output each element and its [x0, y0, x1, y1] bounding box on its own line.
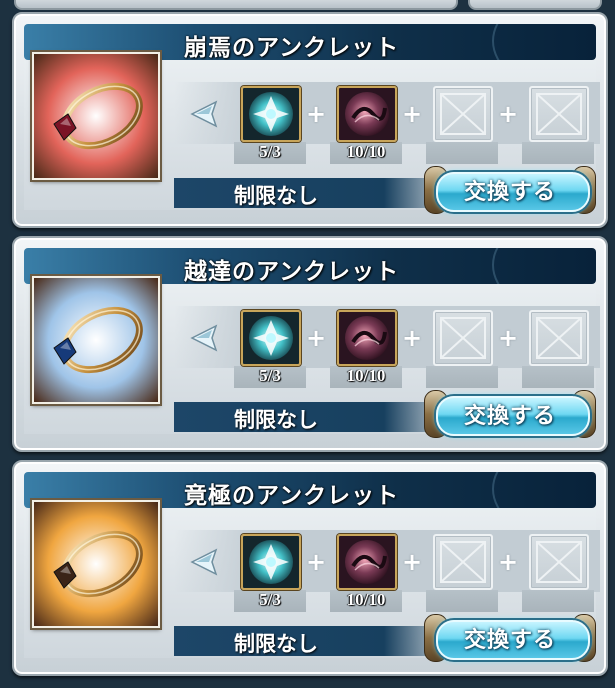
count-panel	[426, 366, 498, 388]
empty-slot-icon	[440, 93, 486, 135]
required-item-slot[interactable]	[337, 86, 397, 142]
required-count: 5/3	[259, 366, 281, 385]
empty-slot	[529, 534, 589, 590]
limit-label: 制限なし	[234, 408, 318, 432]
required-count: 10/10	[346, 366, 386, 385]
limit-label: 制限なし	[234, 184, 318, 208]
item-title: 越達のアンクレット	[184, 259, 400, 284]
plus-sign: +	[402, 548, 423, 576]
empty-slot	[433, 86, 493, 142]
dark-orb-icon	[339, 312, 395, 364]
empty-slot-icon	[536, 317, 582, 359]
exchange-card-3: 竟極のアンクレット + + + 5/3 10/10 制限なし 交換する	[12, 460, 608, 676]
triangle-left-icon	[190, 548, 218, 576]
anklet-item-image[interactable]	[32, 500, 160, 628]
card-body: + + + 5/3 10/10 制限なし 交換する	[24, 276, 600, 438]
empty-slot	[433, 310, 493, 366]
plus-sign: +	[306, 324, 327, 352]
anklet-item-image[interactable]	[32, 52, 160, 180]
triangle-left-icon	[190, 324, 218, 352]
crystal-icon	[243, 536, 299, 588]
anklet-icon	[34, 278, 158, 402]
count-panel	[426, 142, 498, 164]
triangle-left-icon	[190, 100, 218, 128]
required-count: 5/3	[259, 590, 281, 609]
empty-slot	[529, 86, 589, 142]
exchange-button[interactable]: 交換する	[424, 388, 596, 438]
empty-slot	[529, 310, 589, 366]
empty-slot-icon	[440, 317, 486, 359]
exchange-button-label: 交換する	[463, 404, 556, 429]
exchange-button[interactable]: 交換する	[424, 612, 596, 662]
item-title: 崩焉のアンクレット	[184, 35, 400, 60]
empty-slot	[433, 534, 493, 590]
plus-sign: +	[498, 100, 519, 128]
empty-slot-icon	[536, 93, 582, 135]
dark-orb-icon	[339, 536, 395, 588]
empty-slot-icon	[440, 541, 486, 583]
crystal-icon	[243, 312, 299, 364]
plus-sign: +	[306, 548, 327, 576]
required-item-slot[interactable]	[241, 86, 301, 142]
exchange-card-1: 崩焉のアンクレット + + + 5/3 10/10 制限なし 交換する	[12, 12, 608, 228]
anklet-icon	[34, 502, 158, 626]
anklet-icon	[34, 54, 158, 178]
limit-label: 制限なし	[234, 632, 318, 656]
required-item-slot[interactable]	[241, 534, 301, 590]
exchange-button-label: 交換する	[463, 180, 556, 205]
plus-sign: +	[306, 100, 327, 128]
required-item-slot[interactable]	[241, 310, 301, 366]
exchange-button[interactable]: 交換する	[424, 164, 596, 214]
exchange-button-label: 交換する	[463, 628, 556, 653]
exchange-card-2: 越達のアンクレット + + + 5/3 10/10 制限なし 交換する	[12, 236, 608, 452]
plus-sign: +	[498, 324, 519, 352]
count-panel	[426, 590, 498, 612]
card-body: + + + 5/3 10/10 制限なし 交換する	[24, 52, 600, 214]
empty-slot-icon	[536, 541, 582, 583]
plus-sign: +	[402, 100, 423, 128]
anklet-item-image[interactable]	[32, 276, 160, 404]
previous-card-edge	[14, 0, 458, 10]
card-body: + + + 5/3 10/10 制限なし 交換する	[24, 500, 600, 662]
dark-orb-icon	[339, 88, 395, 140]
plus-sign: +	[498, 548, 519, 576]
count-panel	[522, 366, 594, 388]
count-panel	[522, 142, 594, 164]
plus-sign: +	[402, 324, 423, 352]
crystal-icon	[243, 88, 299, 140]
previous-button-edge	[468, 0, 602, 10]
required-count: 10/10	[346, 590, 386, 609]
required-item-slot[interactable]	[337, 534, 397, 590]
required-item-slot[interactable]	[337, 310, 397, 366]
required-count: 10/10	[346, 142, 386, 161]
required-count: 5/3	[259, 142, 281, 161]
count-panel	[522, 590, 594, 612]
item-title: 竟極のアンクレット	[184, 483, 400, 508]
